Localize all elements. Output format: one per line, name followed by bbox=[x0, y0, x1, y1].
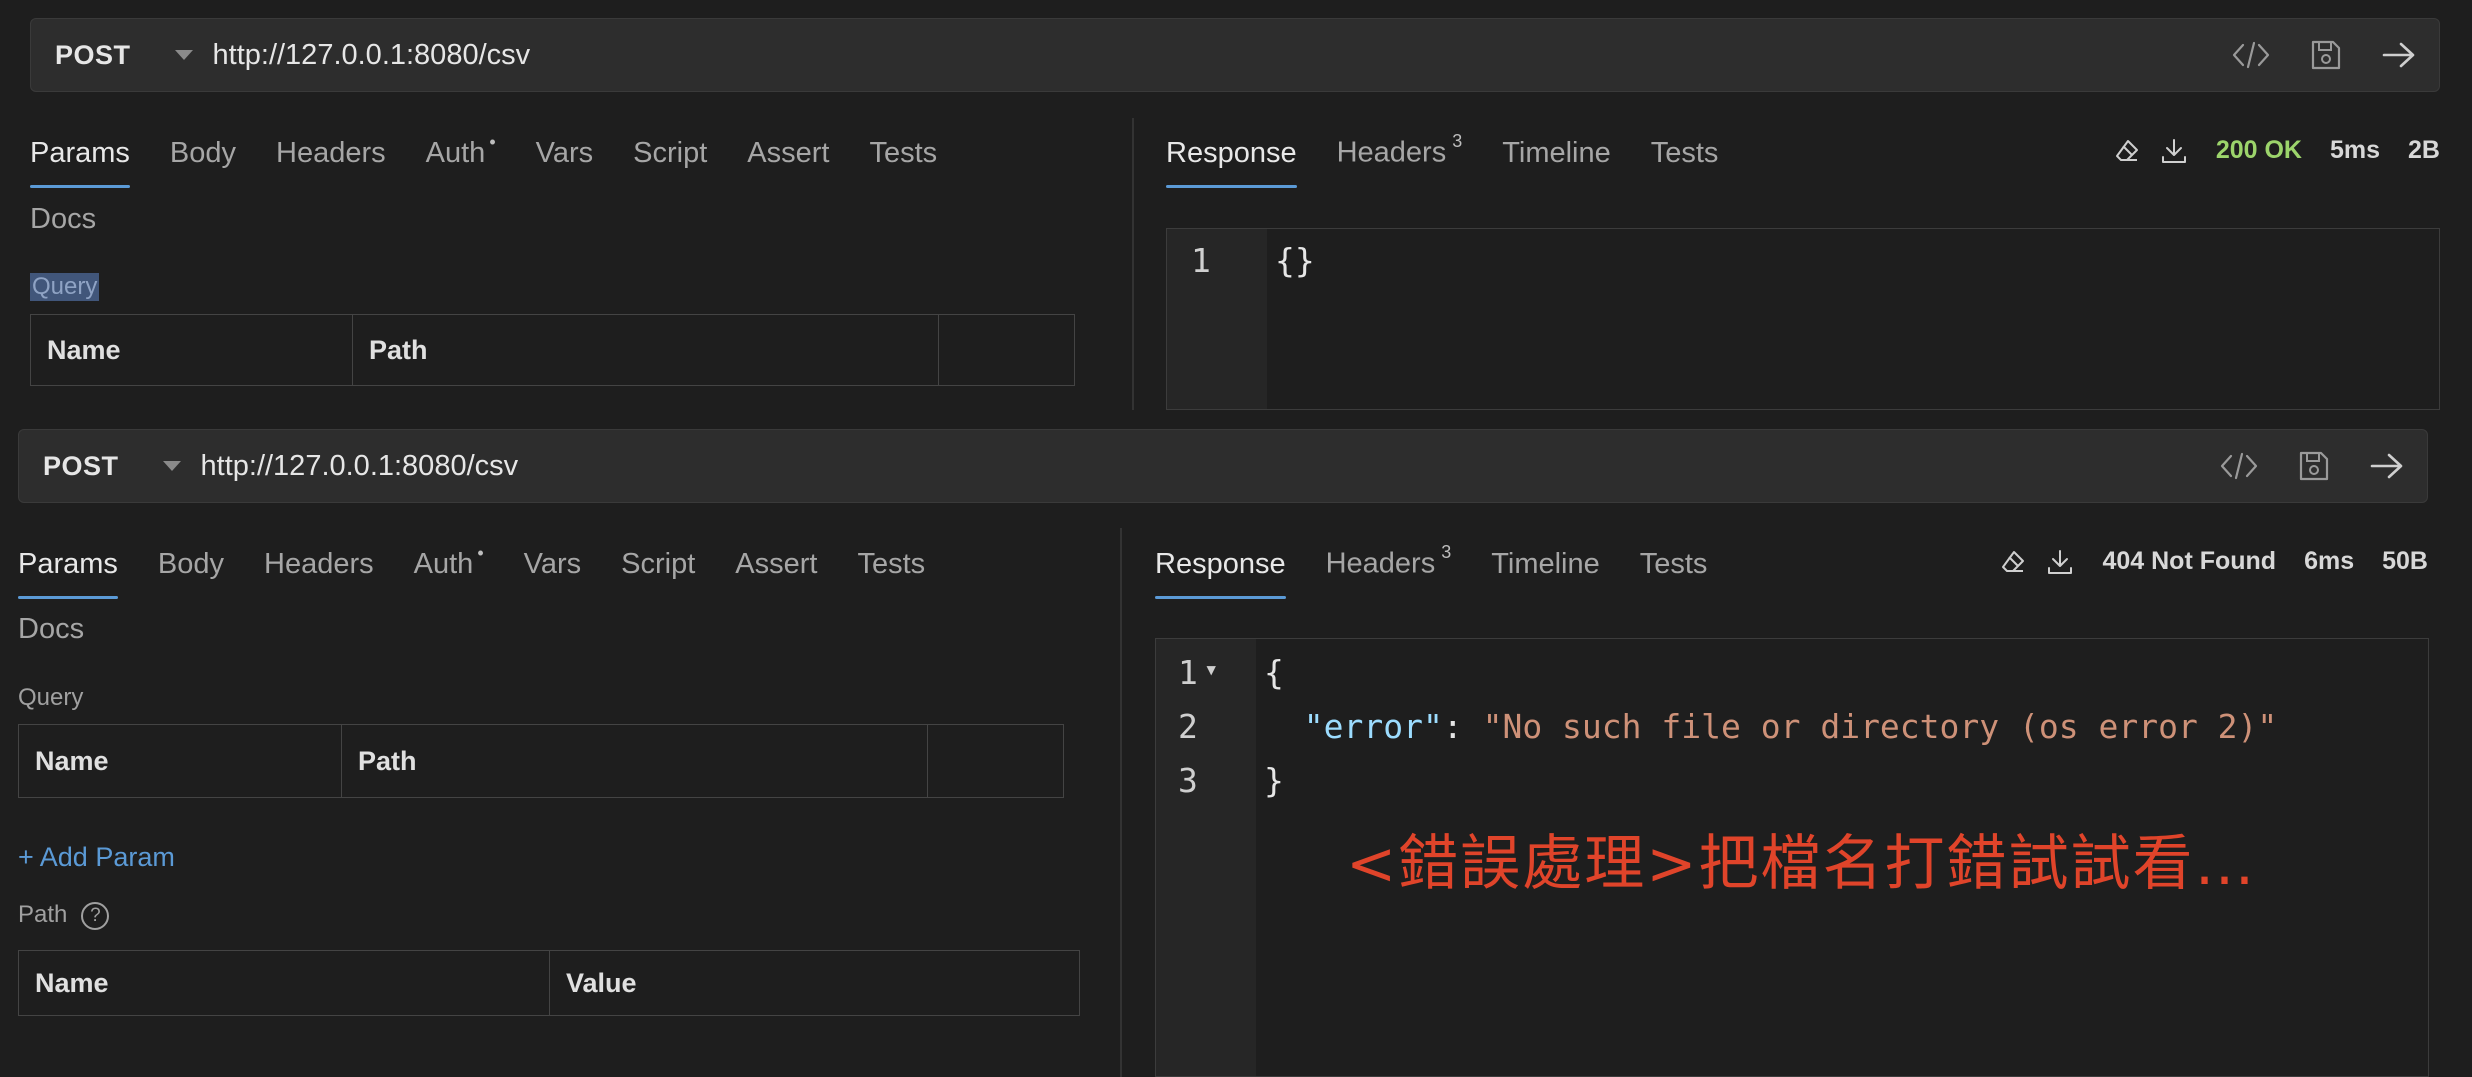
tab-headers[interactable]: Headers bbox=[276, 137, 386, 188]
tab-response-headers[interactable]: Headers 3 bbox=[1337, 131, 1463, 188]
top-response-viewer[interactable]: 1 {} bbox=[1166, 228, 2440, 410]
tab-headers[interactable]: Headers bbox=[264, 548, 374, 599]
bottom-method-select[interactable]: POST bbox=[43, 451, 119, 482]
column-value: Value bbox=[566, 967, 637, 998]
code-icon[interactable] bbox=[2219, 450, 2259, 482]
top-method-select[interactable]: POST bbox=[55, 40, 131, 71]
eraser-icon[interactable] bbox=[2000, 549, 2026, 575]
column-path: Path bbox=[353, 315, 939, 385]
code-line: {} bbox=[1275, 241, 1315, 280]
column-path: Path bbox=[342, 725, 928, 797]
save-icon[interactable] bbox=[2297, 449, 2331, 483]
json-value: "No such file or directory (os error 2)" bbox=[1482, 707, 2278, 746]
tab-tests[interactable]: Tests bbox=[857, 548, 925, 599]
tab-params[interactable]: Params bbox=[30, 137, 130, 188]
save-icon[interactable] bbox=[2309, 38, 2343, 72]
auth-indicator-dot: • bbox=[477, 543, 484, 563]
bottom-request-tabs: Params Body Headers Auth • Vars Script As… bbox=[18, 529, 965, 599]
column-name: Name bbox=[19, 725, 342, 797]
bottom-response-tabs: Response Headers 3 Timeline Tests bbox=[1155, 529, 1747, 599]
tab-timeline[interactable]: Timeline bbox=[1491, 548, 1600, 599]
tab-response-tests[interactable]: Tests bbox=[1651, 137, 1719, 188]
tab-docs[interactable]: Docs bbox=[18, 613, 84, 646]
json-key: "error" bbox=[1303, 707, 1443, 746]
bottom-method-caret-icon[interactable] bbox=[162, 461, 181, 471]
line-number: 1 bbox=[1178, 653, 1198, 692]
tab-body[interactable]: Body bbox=[170, 137, 236, 188]
help-icon[interactable]: ? bbox=[81, 901, 110, 930]
status-code: 404 Not Found bbox=[2102, 547, 2277, 575]
tab-docs[interactable]: Docs bbox=[30, 203, 96, 236]
status-code: 200 OK bbox=[2215, 136, 2302, 164]
tab-vars[interactable]: Vars bbox=[524, 548, 581, 599]
json-separator: : bbox=[1442, 707, 1483, 746]
tab-timeline[interactable]: Timeline bbox=[1502, 137, 1611, 188]
line-number: 3 bbox=[1178, 761, 1198, 800]
line-number: 2 bbox=[1178, 707, 1198, 746]
tab-tests[interactable]: Tests bbox=[869, 137, 937, 188]
eraser-icon[interactable] bbox=[2114, 138, 2140, 164]
annotation-text: <錯誤處理>把檔名打錯試試看… bbox=[1346, 829, 2257, 899]
top-query-table-header: Name Path bbox=[30, 314, 1075, 386]
code-line: { bbox=[1264, 653, 1284, 692]
top-request-tabs: Params Body Headers Auth • Vars Script As… bbox=[30, 118, 977, 188]
tab-vars[interactable]: Vars bbox=[536, 137, 593, 188]
column-name: Name bbox=[31, 315, 353, 385]
fold-toggle-icon[interactable]: ▾ bbox=[1204, 655, 1218, 683]
tab-auth[interactable]: Auth • bbox=[414, 543, 484, 599]
download-icon[interactable] bbox=[2046, 548, 2074, 576]
top-response-tabs: Response Headers 3 Timeline Tests bbox=[1166, 118, 1758, 188]
bottom-request-panel: POST http://127.0.0.1:8080/csv Params Bo… bbox=[0, 420, 2472, 1077]
top-method-caret-icon[interactable] bbox=[174, 50, 193, 60]
bottom-url-bar: POST http://127.0.0.1:8080/csv bbox=[18, 429, 2428, 503]
tab-response-headers[interactable]: Headers 3 bbox=[1326, 542, 1452, 599]
code-line: "error": "No such file or directory (os … bbox=[1264, 707, 2278, 746]
tab-response[interactable]: Response bbox=[1166, 137, 1297, 188]
tab-response[interactable]: Response bbox=[1155, 548, 1286, 599]
bottom-url-input[interactable]: http://127.0.0.1:8080/csv bbox=[201, 450, 2219, 483]
top-request-panel: POST http://127.0.0.1:8080/csv Params Bo… bbox=[0, 0, 2472, 420]
response-size: 50B bbox=[2382, 547, 2428, 575]
bottom-query-table-header: Name Path bbox=[18, 724, 1064, 798]
code-line: } bbox=[1264, 761, 1284, 800]
response-size: 2B bbox=[2408, 136, 2440, 164]
path-label: Path? bbox=[18, 901, 110, 930]
top-pane-divider[interactable] bbox=[1132, 118, 1134, 410]
bottom-response-meta: 404 Not Found 6ms 50B bbox=[2000, 547, 2428, 576]
path-table-header: Name Value bbox=[18, 950, 1080, 1016]
query-label: Query bbox=[18, 684, 84, 711]
download-icon[interactable] bbox=[2160, 137, 2188, 165]
tab-script[interactable]: Script bbox=[633, 137, 707, 188]
top-url-bar: POST http://127.0.0.1:8080/csv bbox=[30, 18, 2440, 92]
headers-count-badge: 3 bbox=[1441, 542, 1452, 563]
auth-indicator-dot: • bbox=[489, 132, 496, 152]
tab-assert[interactable]: Assert bbox=[747, 137, 829, 188]
arrow-right-icon[interactable] bbox=[2381, 40, 2417, 70]
response-time: 5ms bbox=[2329, 136, 2381, 164]
column-actions bbox=[928, 725, 1063, 797]
column-name: Name bbox=[19, 951, 550, 1015]
bottom-pane-divider[interactable] bbox=[1120, 528, 1122, 1077]
headers-count-badge: 3 bbox=[1452, 131, 1463, 152]
line-gutter bbox=[1156, 639, 1256, 1076]
tab-auth[interactable]: Auth • bbox=[426, 132, 496, 188]
line-number: 1 bbox=[1191, 241, 1211, 280]
top-url-input[interactable]: http://127.0.0.1:8080/csv bbox=[213, 39, 2231, 72]
tab-params[interactable]: Params bbox=[18, 548, 118, 599]
line-gutter bbox=[1167, 229, 1267, 409]
add-param-button[interactable]: + Add Param bbox=[18, 842, 175, 873]
code-icon[interactable] bbox=[2231, 39, 2271, 71]
response-time: 6ms bbox=[2304, 547, 2355, 575]
tab-response-tests[interactable]: Tests bbox=[1640, 548, 1708, 599]
column-actions bbox=[939, 315, 1074, 385]
tab-assert[interactable]: Assert bbox=[735, 548, 817, 599]
tab-body[interactable]: Body bbox=[158, 548, 224, 599]
arrow-right-icon[interactable] bbox=[2369, 451, 2405, 481]
tab-script[interactable]: Script bbox=[621, 548, 695, 599]
query-label: Query bbox=[30, 273, 100, 301]
top-response-meta: 200 OK 5ms 2B bbox=[2114, 136, 2440, 165]
bottom-response-viewer[interactable]: 1 ▾ { 2 "error": "No such file or direct… bbox=[1155, 638, 2429, 1077]
